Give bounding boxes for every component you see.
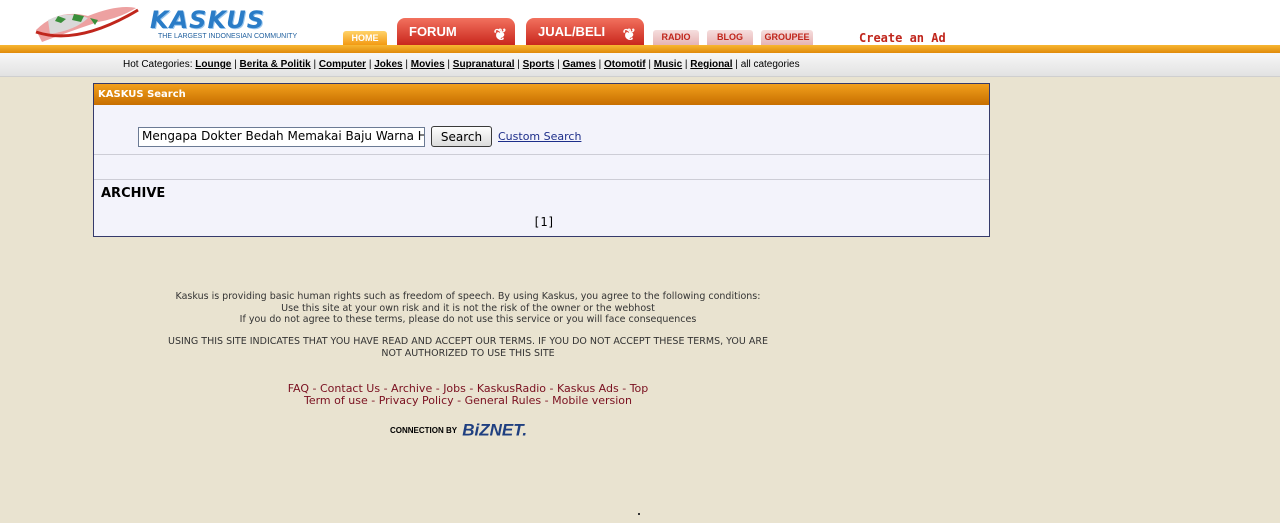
custom-search-link[interactable]: Custom Search — [498, 130, 581, 143]
hot-categories-bar: Hot Categories: Lounge | Berita & Politi… — [0, 53, 1280, 77]
category-link[interactable]: Computer — [319, 59, 366, 70]
site-header: KASKUS THE LARGEST INDONESIAN COMMUNITY … — [0, 0, 1280, 46]
category-link[interactable]: Supranatural — [453, 59, 515, 70]
category-link[interactable]: Music — [654, 59, 682, 70]
footer-link-privacy[interactable]: Privacy Policy — [379, 394, 454, 407]
footer-links-row-2: Term of use - Privacy Policy - General R… — [303, 394, 632, 407]
footer-link-top[interactable]: Top — [630, 382, 649, 395]
category-link[interactable]: Lounge — [195, 59, 231, 70]
tab-home[interactable]: HOME — [343, 31, 387, 45]
connection-by-label: CONNECTION BY — [390, 426, 458, 435]
category-link[interactable]: Jokes — [374, 59, 402, 70]
tab-forum[interactable]: FORUM ❦ — [397, 18, 515, 45]
search-button[interactable]: Search — [431, 126, 492, 147]
footer-link-mobile[interactable]: Mobile version — [552, 394, 632, 407]
header-divider-bar — [0, 45, 1280, 53]
terms-line-3: If you do not agree to these terms, plea… — [239, 314, 697, 325]
category-link[interactable]: Regional — [690, 59, 732, 70]
stray-dot — [638, 513, 640, 515]
search-panel-title: KASKUS Search — [94, 84, 989, 105]
terms-line-1: Kaskus is providing basic human rights s… — [175, 291, 761, 302]
tab-radio[interactable]: RADIO — [653, 30, 699, 45]
category-link[interactable]: Movies — [411, 59, 445, 70]
all-categories-link[interactable]: all categories — [741, 59, 800, 70]
footer-link-rules[interactable]: General Rules — [465, 394, 542, 407]
category-link[interactable]: Otomotif — [604, 59, 646, 70]
search-input[interactable]: Mengapa Dokter Bedah Memakai Baju Warna … — [138, 127, 425, 147]
indonesia-map-logo[interactable] — [28, 2, 140, 44]
archive-heading: ARCHIVE — [101, 186, 166, 201]
terms-line-5: NOT AUTHORIZED TO USE THIS SITE — [381, 348, 555, 359]
divider — [94, 154, 989, 155]
tab-groupee[interactable]: GROUPEE — [761, 30, 813, 45]
footer-link-terms[interactable]: Term of use — [304, 394, 368, 407]
tab-blog[interactable]: BLOG — [707, 30, 753, 45]
category-link[interactable]: Games — [562, 59, 595, 70]
biznet-logo[interactable]: CONNECTION BY BiZNET. — [390, 420, 527, 441]
tab-jual-beli[interactable]: JUAL/BELI ❦ — [526, 18, 644, 45]
category-link[interactable]: Berita & Politik — [240, 59, 311, 70]
hot-categories-label: Hot Categories: — [123, 59, 193, 70]
create-ad-link[interactable]: Create an Ad — [859, 31, 946, 45]
divider — [94, 179, 989, 180]
hot-categories: Hot Categories: Lounge | Berita & Politi… — [123, 59, 800, 70]
kaskus-logo[interactable]: KASKUS — [150, 6, 265, 34]
tab-forum-label: FORUM — [409, 24, 457, 39]
logo-tagline: THE LARGEST INDONESIAN COMMUNITY — [158, 33, 298, 40]
category-link[interactable]: Sports — [523, 59, 555, 70]
tab-jual-beli-label: JUAL/BELI — [538, 24, 606, 39]
terms-line-4: USING THIS SITE INDICATES THAT YOU HAVE … — [168, 336, 768, 347]
pagination[interactable]: [1] — [533, 215, 555, 229]
biznet-wordmark: BiZNET. — [462, 420, 528, 440]
search-panel: KASKUS Search Mengapa Dokter Bedah Memak… — [93, 83, 990, 237]
